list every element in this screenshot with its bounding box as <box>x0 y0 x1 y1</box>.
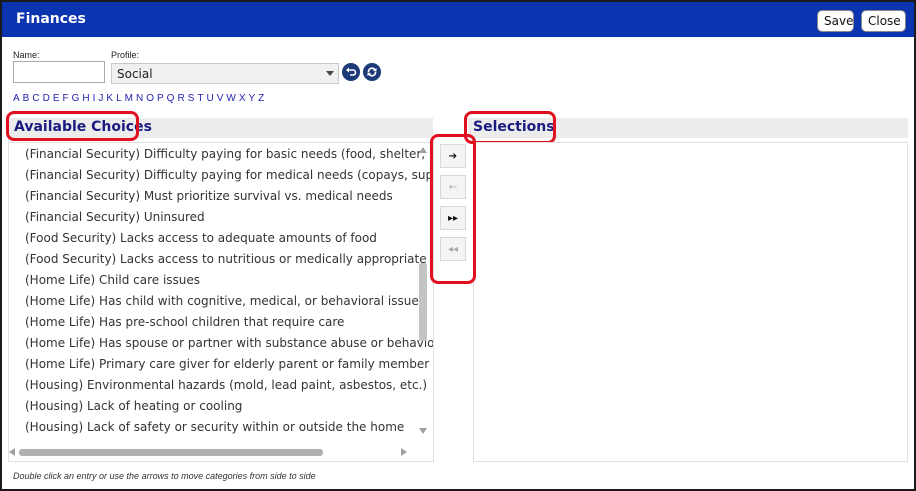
list-item[interactable]: (Financial Security) Difficulty paying f… <box>25 147 433 161</box>
scroll-left-icon[interactable] <box>9 448 15 456</box>
profile-select-value: Social <box>117 67 153 81</box>
alpha-link[interactable]: D <box>43 93 50 104</box>
scroll-thumb[interactable] <box>419 263 427 341</box>
profile-label: Profile: <box>111 50 140 60</box>
list-item[interactable]: (Financial Security) Must prioritize sur… <box>25 189 393 203</box>
list-item[interactable]: (Housing) Lack of safety or security wit… <box>25 420 404 434</box>
alpha-link[interactable]: N <box>136 93 143 104</box>
title-bar: Finances Save Close <box>2 2 914 37</box>
list-item[interactable]: (Home Life) Primary care giver for elder… <box>25 357 429 371</box>
available-choices-list[interactable]: (Financial Security) Difficulty paying f… <box>8 142 434 462</box>
alpha-link[interactable]: M <box>125 93 133 104</box>
alpha-link[interactable]: X <box>239 93 246 104</box>
alpha-link[interactable]: Z <box>258 93 264 104</box>
alpha-link[interactable]: E <box>53 93 60 104</box>
alpha-link[interactable]: P <box>157 93 164 104</box>
alpha-link[interactable]: R <box>177 93 184 104</box>
alpha-link[interactable]: G <box>72 93 80 104</box>
undo-icon <box>346 67 357 76</box>
refresh-icon <box>367 67 377 77</box>
list-item[interactable]: (Housing) Lack of heating or cooling <box>25 399 242 413</box>
undo-button[interactable] <box>342 63 360 81</box>
list-item[interactable]: (Home Life) Child care issues <box>25 273 200 287</box>
list-item[interactable]: (Home Life) Has pre-school children that… <box>25 315 344 329</box>
footer-note: Double click an entry or use the arrows … <box>13 471 316 481</box>
list-item[interactable]: (Financial Security) Uninsured <box>25 210 205 224</box>
list-item[interactable]: (Home Life) Has spouse or partner with s… <box>25 336 433 350</box>
arrows-highlight <box>430 134 476 284</box>
close-button[interactable]: Close <box>861 10 906 32</box>
dialog-title: Finances <box>16 11 86 27</box>
selections-list[interactable] <box>473 142 908 462</box>
alpha-link[interactable]: C <box>32 93 39 104</box>
alphabet-filter: ABCDEFGHIJKLMNOPQRSTUVWXYZ <box>13 93 267 104</box>
list-item[interactable]: (Food Security) Lacks access to nutritio… <box>25 252 433 266</box>
alpha-link[interactable]: B <box>23 93 30 104</box>
list-item[interactable]: (Housing) Environmental hazards (mold, l… <box>25 378 427 392</box>
alpha-link[interactable]: H <box>82 93 89 104</box>
list-item[interactable]: (Food Security) Lacks access to adequate… <box>25 231 377 245</box>
available-horizontal-scrollbar[interactable] <box>9 446 417 460</box>
available-vertical-scrollbar[interactable] <box>417 145 429 443</box>
alpha-link[interactable]: Q <box>167 93 175 104</box>
alpha-link[interactable]: S <box>188 93 195 104</box>
name-input[interactable] <box>13 61 105 83</box>
alpha-link[interactable]: V <box>217 93 224 104</box>
save-button[interactable]: Save <box>817 10 854 32</box>
alpha-link[interactable]: F <box>62 93 68 104</box>
finances-dialog: Finances Save Close Name: Profile: Socia… <box>0 0 916 491</box>
alpha-link[interactable]: T <box>197 93 203 104</box>
profile-select[interactable]: Social <box>111 63 339 84</box>
alpha-link[interactable]: I <box>93 93 96 104</box>
alpha-link[interactable]: O <box>146 93 154 104</box>
available-title-highlight <box>6 111 139 141</box>
alpha-link[interactable]: W <box>226 93 235 104</box>
alpha-link[interactable]: Y <box>248 93 255 104</box>
name-label: Name: <box>13 50 40 60</box>
list-item[interactable]: (Home Life) Has child with cognitive, me… <box>25 294 425 308</box>
horizontal-scroll-thumb[interactable] <box>19 449 323 456</box>
chevron-down-icon <box>326 71 334 76</box>
refresh-button[interactable] <box>363 63 381 81</box>
alpha-link[interactable]: L <box>116 93 122 104</box>
scroll-up-icon[interactable] <box>419 147 427 153</box>
list-item[interactable]: (Financial Security) Difficulty paying f… <box>25 168 433 182</box>
alpha-link[interactable]: A <box>13 93 20 104</box>
selections-title-highlight <box>464 111 556 144</box>
alpha-link[interactable]: U <box>206 93 213 104</box>
scroll-right-icon[interactable] <box>401 448 407 456</box>
scroll-down-icon[interactable] <box>419 428 427 434</box>
alpha-link[interactable]: J <box>98 93 103 104</box>
alpha-link[interactable]: K <box>106 93 113 104</box>
